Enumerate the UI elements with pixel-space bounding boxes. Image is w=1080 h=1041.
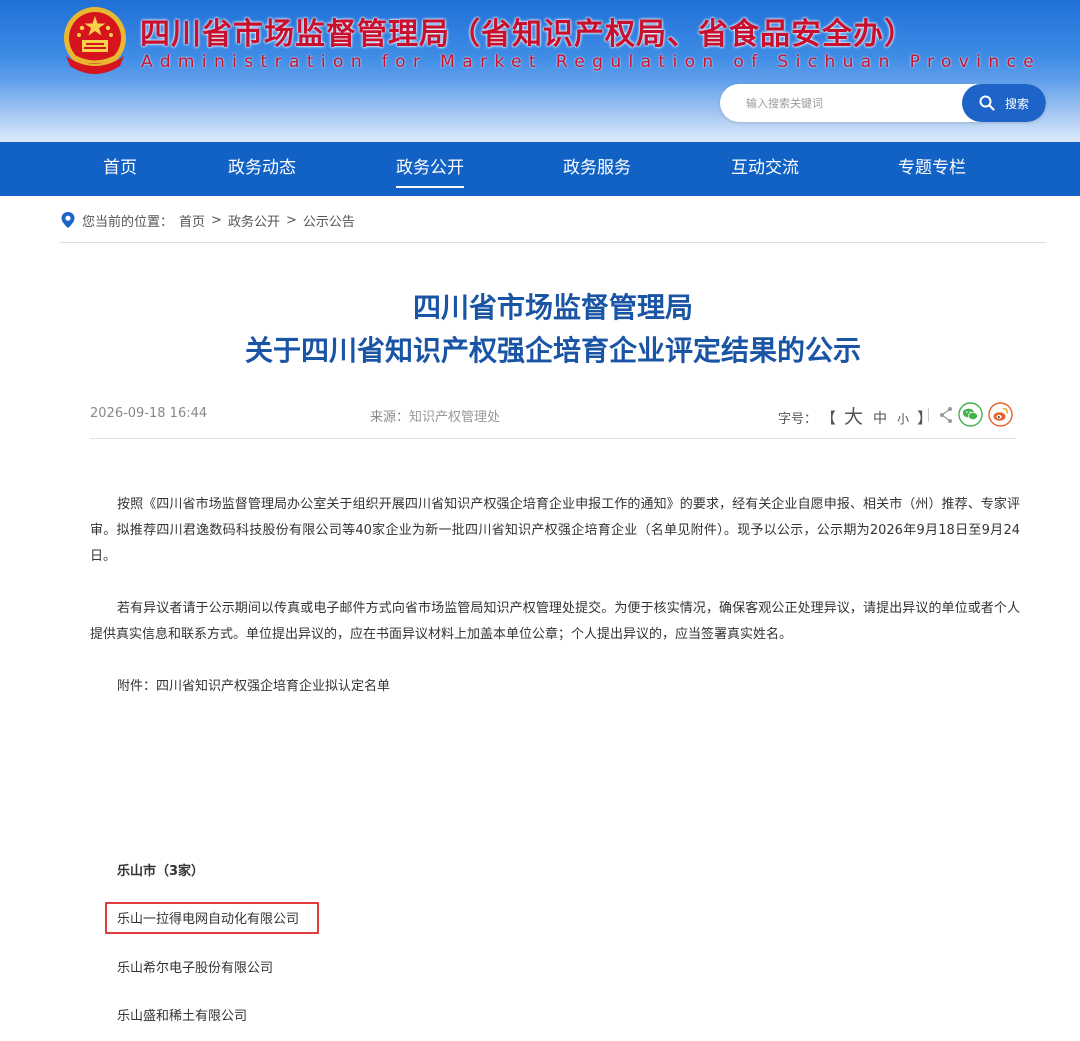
article-title-line2: 关于四川省知识产权强企培育企业评定结果的公示 xyxy=(244,334,861,367)
company-item: 乐山盛和稀土有限公司 xyxy=(117,1009,248,1024)
meta-divider xyxy=(928,408,929,422)
breadcrumb-separator: > xyxy=(285,212,297,228)
article-source: 来源：知识产权管理处 xyxy=(370,406,500,425)
font-size-large[interactable]: 大 xyxy=(844,402,863,429)
breadcrumb-separator: > xyxy=(211,212,222,228)
source-value: 知识产权管理处 xyxy=(409,410,501,425)
breadcrumb-gov-disclosure[interactable]: 政务公开 xyxy=(228,211,280,230)
breadcrumb-announcements[interactable]: 公示公告 xyxy=(303,211,355,230)
main-nav: 首页 政务动态 政务公开 政务服务 互动交流 专题专栏 xyxy=(0,142,1080,196)
nav-item-gov-disclosure[interactable]: 政务公开 xyxy=(370,142,490,196)
font-size-small[interactable]: 小 xyxy=(897,410,909,427)
region-heading: 乐山市（3家） xyxy=(117,864,205,879)
share-icon[interactable] xyxy=(938,404,954,426)
search-input[interactable] xyxy=(720,84,962,122)
source-label: 来源： xyxy=(370,410,410,425)
article-paragraph: 若有异议者请于公示期间以传真或电子邮件方式向省市场监管局知识产权管理处提交。为便… xyxy=(90,601,1020,642)
site-subtitle: Administration for Market Regulation of … xyxy=(141,52,1042,72)
breadcrumb-home[interactable]: 首页 xyxy=(179,211,205,230)
font-size-medium[interactable]: 中 xyxy=(873,408,887,428)
weibo-share-icon[interactable] xyxy=(988,402,1013,427)
company-item: 乐山希尔电子股份有限公司 xyxy=(117,961,274,976)
bracket-open: 【 xyxy=(821,409,837,427)
highlight-annotation-box xyxy=(105,902,319,934)
article-attachment-line: 附件：四川省知识产权强企培育企业拟认定名单 xyxy=(117,679,391,694)
search-icon xyxy=(979,95,995,111)
national-emblem-icon xyxy=(64,7,126,74)
font-size-label: 字号： xyxy=(778,412,818,427)
bracket-close: 】 xyxy=(917,409,933,427)
article-paragraph: 按照《四川省市场监督管理局办公室关于组织开展四川省知识产权强企培育企业申报工作的… xyxy=(90,497,1020,564)
publish-date: 2026-09-18 16:44 xyxy=(90,406,208,421)
site-header: 四川省市场监督管理局（省知识产权局、省食品安全办） Administration… xyxy=(0,0,1080,142)
search-box: 搜索 xyxy=(720,84,1046,122)
font-size-control: 字号： 【 大 中 小 】 xyxy=(778,402,936,429)
nav-item-home[interactable]: 首页 xyxy=(60,142,180,196)
meta-divider-line xyxy=(90,438,1016,439)
article-title-line1: 四川省市场监督管理局 xyxy=(412,291,693,324)
breadcrumb-divider xyxy=(60,242,1046,243)
article-meta: 2026-09-18 16:44 来源：知识产权管理处 字号： 【 大 中 小 … xyxy=(90,400,1016,430)
breadcrumb-prefix: 您当前的位置： xyxy=(82,214,174,230)
search-button[interactable]: 搜索 xyxy=(962,84,1046,122)
search-button-label: 搜索 xyxy=(1004,96,1029,111)
breadcrumb: 您当前的位置： 首页 > 政务公开 > 公示公告 xyxy=(60,210,355,230)
location-pin-icon xyxy=(61,212,75,228)
nav-item-special-topics[interactable]: 专题专栏 xyxy=(872,142,992,196)
wechat-share-icon[interactable] xyxy=(958,402,983,427)
nav-item-gov-services[interactable]: 政务服务 xyxy=(537,142,657,196)
nav-item-interaction[interactable]: 互动交流 xyxy=(705,142,825,196)
nav-item-news[interactable]: 政务动态 xyxy=(202,142,322,196)
site-title: 四川省市场监督管理局（省知识产权局、省食品安全办） xyxy=(140,17,915,52)
